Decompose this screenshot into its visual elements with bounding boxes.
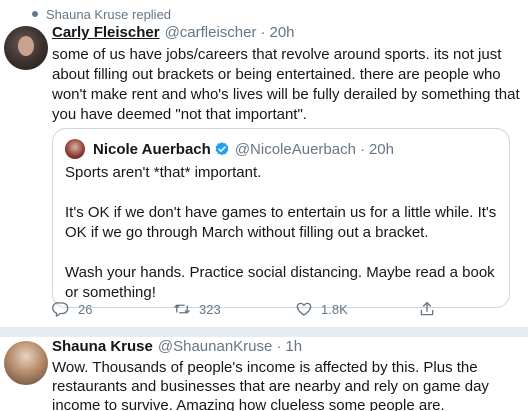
context-dot-icon	[32, 11, 38, 17]
tweet-text: some of us have jobs/careers that revolv…	[52, 46, 520, 123]
context-label: Shauna Kruse replied	[46, 6, 172, 22]
quoted-author-name[interactable]: Nicole Auerbach	[93, 141, 211, 158]
quoted-separator: ·	[359, 140, 365, 158]
avatar[interactable]	[4, 26, 48, 70]
reply-context: Shauna Kruse replied	[32, 5, 171, 23]
author-handle[interactable]: @carfleischer	[165, 24, 257, 41]
quoted-timestamp[interactable]: 20h	[369, 141, 394, 158]
quoted-paragraph: It's OK if we don't have games to entert…	[65, 204, 497, 241]
divider	[0, 327, 528, 337]
tweet-actions: 26 323 1.8K	[52, 296, 472, 322]
share-button[interactable]	[418, 300, 436, 318]
quoted-tweet[interactable]: Nicole Auerbach @NicoleAuerbach · 20h Sp…	[52, 128, 510, 308]
reply-timestamp[interactable]: 1h	[285, 338, 302, 355]
reply-text: Wow. Thousands of people's income is aff…	[52, 359, 489, 411]
heart-icon	[296, 302, 312, 316]
reply-avatar[interactable]	[4, 341, 48, 385]
like-count: 1.8K	[321, 301, 348, 317]
verified-badge-icon	[215, 142, 229, 156]
reply-author-handle[interactable]: @ShaunanKruse	[158, 338, 272, 355]
reply-tweet[interactable]: Shauna Kruse @ShaunanKruse · 1h Wow. Tho…	[0, 337, 528, 411]
reply-icon	[52, 302, 69, 317]
reply-separator: ·	[276, 338, 282, 355]
reply-author-name[interactable]: Shauna Kruse	[52, 338, 153, 355]
reply-count: 26	[78, 301, 93, 317]
quoted-avatar[interactable]	[65, 139, 85, 159]
author-name[interactable]: Carly Fleischer	[52, 24, 160, 41]
reply-header: Shauna Kruse @ShaunanKruse · 1h	[52, 338, 302, 358]
share-icon	[420, 301, 434, 316]
quoted-author-handle[interactable]: @NicoleAuerbach	[235, 141, 356, 158]
reply-button[interactable]: 26	[52, 300, 92, 318]
timestamp[interactable]: 20h	[269, 24, 294, 41]
quoted-paragraph: Sports aren't *that* important.	[65, 164, 262, 181]
retweet-icon	[174, 304, 190, 314]
retweet-count: 323	[199, 301, 221, 317]
tweet-header: Carly Fleischer @carfleischer · 20h	[52, 24, 295, 44]
retweet-button[interactable]: 323	[173, 300, 221, 318]
separator: ·	[260, 24, 266, 41]
like-button[interactable]: 1.8K	[295, 300, 348, 318]
quoted-tweet-text: Sports aren't *that* important. It's OK …	[65, 163, 501, 303]
quoted-tweet-header: Nicole Auerbach @NicoleAuerbach · 20h	[65, 138, 394, 160]
tweet[interactable]: Carly Fleischer @carfleischer · 20h some…	[0, 24, 528, 327]
